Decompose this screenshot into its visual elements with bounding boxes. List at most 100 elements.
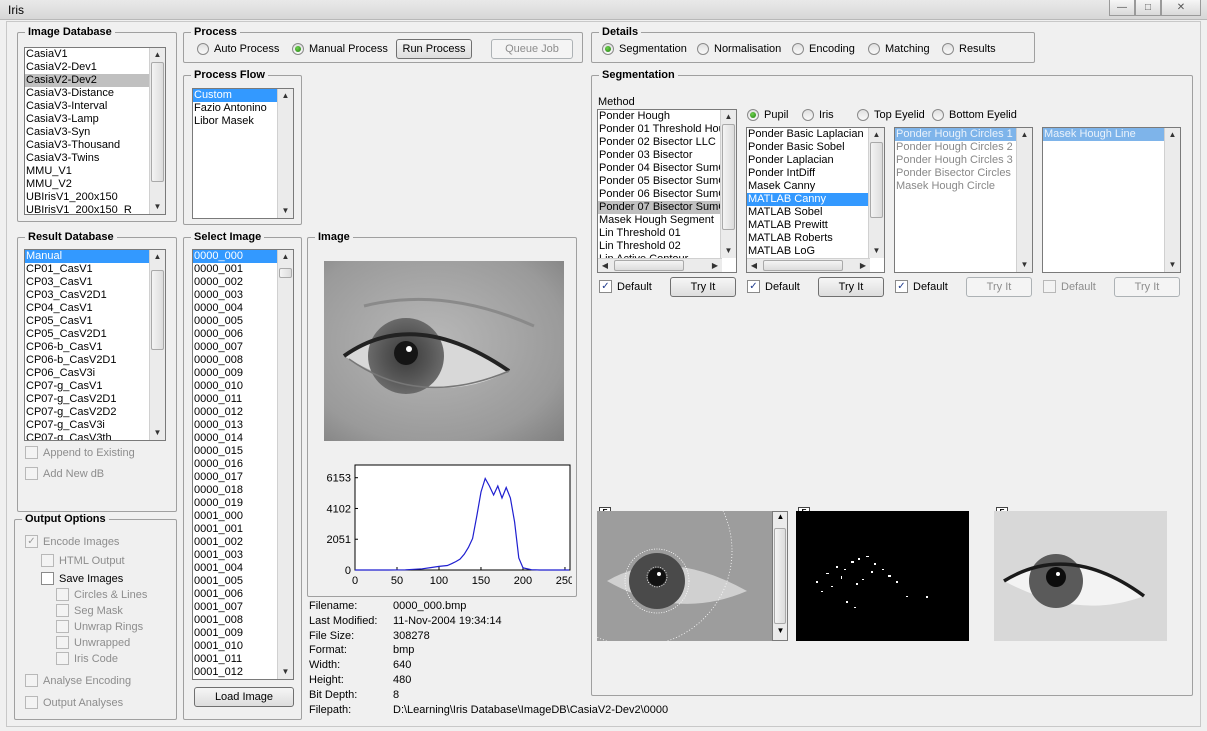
- seg-mask-checkbox[interactable]: Seg Mask: [56, 604, 123, 617]
- method-vscrollbar[interactable]: ▲ ▼: [720, 110, 736, 258]
- image-database-item[interactable]: CasiaV3-Lamp: [25, 113, 165, 126]
- scroll-up-icon[interactable]: ▲: [1017, 128, 1032, 142]
- target-radio-top-eyelid[interactable]: Top Eyelid: [857, 109, 925, 121]
- image-database-item[interactable]: CasiaV1: [25, 48, 165, 61]
- edge-vscrollbar[interactable]: ▲ ▼: [868, 128, 884, 258]
- load-image-button[interactable]: Load Image: [194, 687, 294, 707]
- scroll-up-icon[interactable]: ▲: [721, 110, 736, 124]
- html-output-checkbox[interactable]: HTML Output: [41, 554, 125, 567]
- scroll-left-icon[interactable]: ◀: [598, 259, 612, 272]
- method-hscrollbar[interactable]: ◀ ▶: [598, 258, 722, 272]
- manual-process-radio[interactable]: Manual Process: [292, 43, 388, 55]
- image-database-item[interactable]: MMU_V2: [25, 178, 165, 191]
- image-database-list[interactable]: CasiaV1 CasiaV2-Dev1 CasiaV2-Dev2 CasiaV3-D…: [24, 47, 166, 215]
- image-database-item[interactable]: CasiaV3-Syn: [25, 126, 165, 139]
- method-list[interactable]: Ponder Hough Ponder 01 Threshold Hough Pon…: [597, 109, 737, 273]
- scroll-up-icon[interactable]: ▲: [278, 250, 293, 264]
- target-radio-bottom-eyelid[interactable]: Bottom Eyelid: [932, 109, 1017, 121]
- scroll-down-icon[interactable]: ▼: [278, 665, 293, 679]
- edge-detector-item[interactable]: Ponder Basic Sobel: [747, 141, 884, 154]
- scroll-down-icon[interactable]: ▼: [150, 426, 165, 440]
- output-analyses-checkbox[interactable]: Output Analyses: [25, 696, 123, 709]
- scroll-thumb[interactable]: [151, 62, 164, 182]
- scroll-thumb[interactable]: [614, 260, 684, 271]
- details-tab-normalisation[interactable]: Normalisation: [697, 43, 781, 55]
- result-database-item[interactable]: CP07-g_CasV1: [25, 380, 165, 393]
- analyse-encoding-checkbox[interactable]: Analyse Encoding: [25, 674, 131, 687]
- result-database-scrollbar[interactable]: ▲ ▼: [149, 250, 165, 440]
- image-database-item[interactable]: CasiaV2-Dev2: [25, 74, 165, 87]
- edge-detector-item[interactable]: Ponder Basic Laplacian: [747, 128, 884, 141]
- maximize-button[interactable]: □: [1135, 0, 1161, 16]
- result-database-item[interactable]: CP05_CasV2D1: [25, 328, 165, 341]
- edge-detector-list[interactable]: Ponder Basic Laplacian Ponder Basic Sobel…: [746, 127, 885, 273]
- process-flow-scrollbar[interactable]: ▲ ▼: [277, 89, 293, 218]
- iris-code-checkbox[interactable]: Iris Code: [56, 652, 118, 665]
- image-database-scrollbar[interactable]: ▲ ▼: [149, 48, 165, 214]
- circle-try-it-button[interactable]: Try It: [966, 277, 1032, 297]
- scroll-thumb[interactable]: [870, 142, 883, 218]
- result-database-item[interactable]: CP03_CasV2D1: [25, 289, 165, 302]
- image-database-item[interactable]: CasiaV3-Interval: [25, 100, 165, 113]
- edge-detector-item[interactable]: MATLAB Canny: [747, 193, 884, 206]
- result-database-item[interactable]: Manual: [25, 250, 165, 263]
- circle-default-checkbox[interactable]: ✓ Default: [895, 280, 948, 293]
- line-default-checkbox[interactable]: Default: [1043, 280, 1096, 293]
- result-database-item[interactable]: CP07-g_CasV2D1: [25, 393, 165, 406]
- scroll-down-icon[interactable]: ▼: [278, 204, 293, 218]
- circle-vscrollbar[interactable]: ▲ ▼: [1016, 128, 1032, 272]
- result-database-item[interactable]: CP06-b_CasV2D1: [25, 354, 165, 367]
- add-new-db-checkbox[interactable]: Add New dB: [25, 467, 104, 480]
- method-item[interactable]: Masek Hough Segment: [598, 214, 736, 227]
- edge-detector-item[interactable]: Ponder IntDiff: [747, 167, 884, 180]
- circle-detector-item[interactable]: Ponder Hough Circles 2: [895, 141, 1032, 154]
- scroll-down-icon[interactable]: ▼: [1165, 258, 1180, 272]
- circles-lines-checkbox[interactable]: Circles & Lines: [56, 588, 147, 601]
- scroll-down-icon[interactable]: ▼: [1017, 258, 1032, 272]
- circle-detector-item[interactable]: Ponder Hough Circles 3: [895, 154, 1032, 167]
- scroll-thumb[interactable]: [722, 124, 735, 230]
- method-item[interactable]: Lin Threshold 02: [598, 240, 736, 253]
- method-item[interactable]: Lin Threshold 01: [598, 227, 736, 240]
- edge-detector-item[interactable]: MATLAB Roberts: [747, 232, 884, 245]
- result-database-item[interactable]: CP07-g_CasV3th: [25, 432, 165, 440]
- process-flow-list[interactable]: Custom Fazio Antonino Libor Masek ▲ ▼: [192, 88, 294, 219]
- result-database-item[interactable]: CP03_CasV1: [25, 276, 165, 289]
- edge-detector-item[interactable]: MATLAB Prewitt: [747, 219, 884, 232]
- save-images-checkbox[interactable]: Save Images: [41, 572, 123, 585]
- image-database-item[interactable]: CasiaV3-Thousand: [25, 139, 165, 152]
- line-detector-list[interactable]: Masek Hough Line ▲ ▼: [1042, 127, 1181, 273]
- scroll-up-icon[interactable]: ▲: [150, 48, 165, 62]
- edge-hscrollbar[interactable]: ◀ ▶: [747, 258, 870, 272]
- select-image-scrollbar[interactable]: ▲ ▼: [277, 250, 293, 679]
- image-database-item[interactable]: CasiaV3-Distance: [25, 87, 165, 100]
- unwrap-rings-checkbox[interactable]: Unwrap Rings: [56, 620, 143, 633]
- scroll-left-icon[interactable]: ◀: [747, 259, 761, 272]
- scroll-up-icon[interactable]: ▲: [773, 512, 787, 526]
- auto-process-radio[interactable]: Auto Process: [197, 43, 279, 55]
- result-database-item[interactable]: CP05_CasV1: [25, 315, 165, 328]
- minimize-button[interactable]: —: [1109, 0, 1135, 16]
- details-tab-matching[interactable]: Matching: [868, 43, 930, 55]
- image-database-item[interactable]: CasiaV3-Twins: [25, 152, 165, 165]
- scroll-down-icon[interactable]: ▼: [721, 244, 736, 258]
- scroll-thumb[interactable]: [279, 268, 292, 278]
- result-database-item[interactable]: CP06_CasV3i: [25, 367, 165, 380]
- circle-detector-list[interactable]: Ponder Hough Circles 1 Ponder Hough Circl…: [894, 127, 1033, 273]
- result-database-item[interactable]: CP04_CasV1: [25, 302, 165, 315]
- scroll-up-icon[interactable]: ▲: [869, 128, 884, 142]
- append-existing-checkbox[interactable]: Append to Existing: [25, 446, 135, 459]
- scroll-thumb[interactable]: [763, 260, 843, 271]
- unwrapped-checkbox[interactable]: Unwrapped: [56, 636, 130, 649]
- result-database-item[interactable]: CP01_CasV1: [25, 263, 165, 276]
- result-database-item[interactable]: CP07-g_CasV3i: [25, 419, 165, 432]
- scroll-up-icon[interactable]: ▲: [150, 250, 165, 264]
- target-radio-pupil[interactable]: Pupil: [747, 109, 788, 121]
- result-database-item[interactable]: CP06-b_CasV1: [25, 341, 165, 354]
- line-vscrollbar[interactable]: ▲ ▼: [1164, 128, 1180, 272]
- method-item[interactable]: Ponder 07 Bisector SumCirc: [598, 201, 736, 214]
- method-try-it-button[interactable]: Try It: [670, 277, 736, 297]
- scroll-thumb[interactable]: [774, 528, 786, 624]
- scroll-right-icon[interactable]: ▶: [856, 259, 870, 272]
- details-tab-results[interactable]: Results: [942, 43, 996, 55]
